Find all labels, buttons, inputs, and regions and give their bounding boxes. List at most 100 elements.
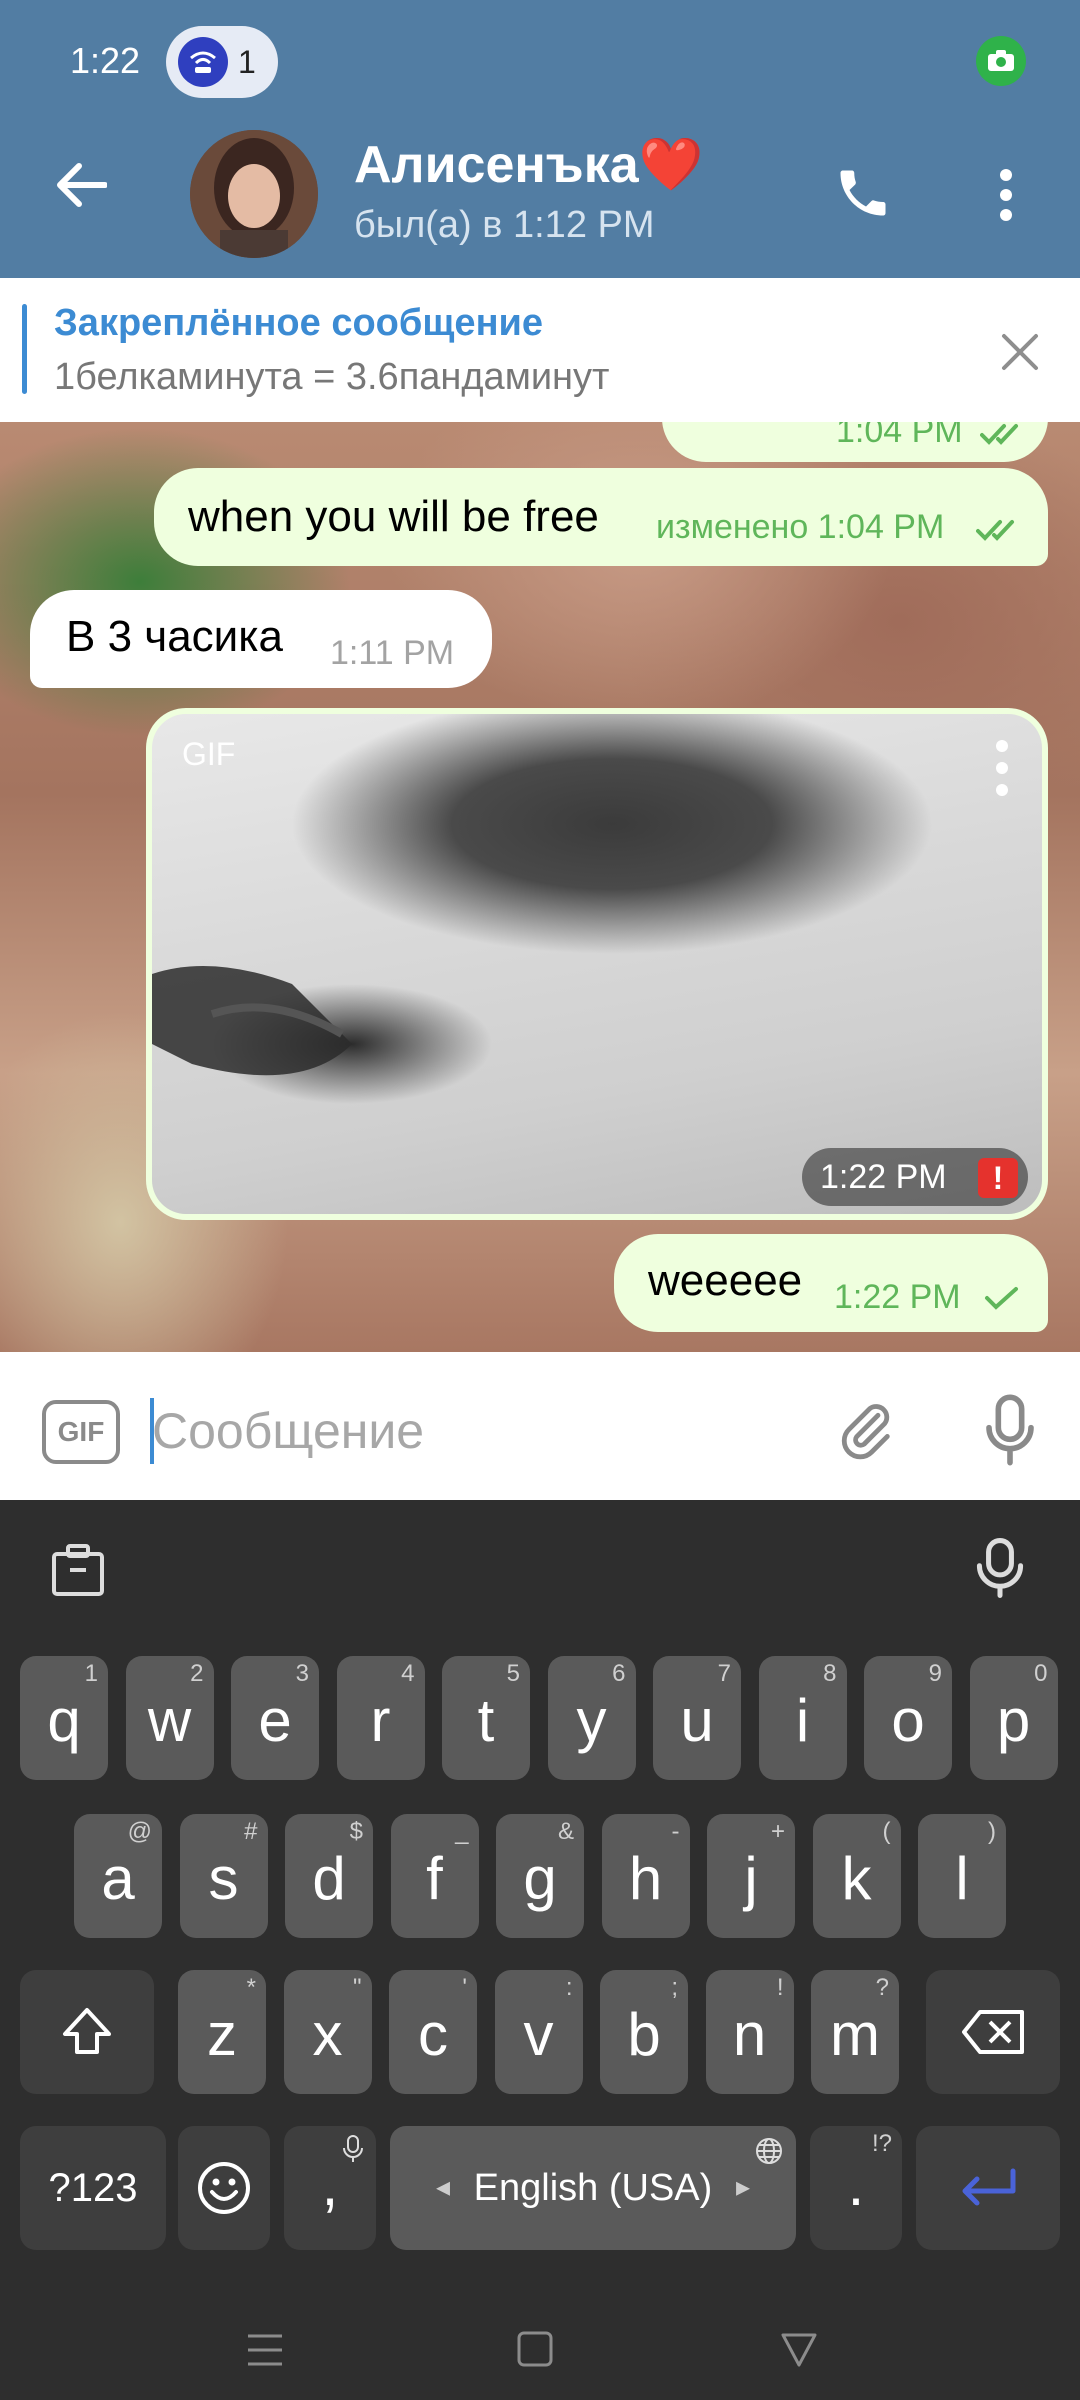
key-char: v xyxy=(523,2001,554,2068)
chat-area[interactable]: belka 1:04 PM when you will be free изме… xyxy=(0,422,1080,1352)
key-alt-char: " xyxy=(352,1974,362,2001)
key-g[interactable]: & g xyxy=(496,1814,584,1938)
key-z[interactable]: * z xyxy=(178,1970,266,2094)
status-time: 1:22 xyxy=(70,40,141,81)
message-time: 1:04 PM xyxy=(836,422,963,450)
back-icon[interactable] xyxy=(780,2330,818,2368)
key-e[interactable]: 3e xyxy=(231,1656,319,1780)
key-s[interactable]: # s xyxy=(179,1814,268,1938)
key-l[interactable]: ) l xyxy=(918,1814,1006,1938)
key-n[interactable]: ! n xyxy=(705,1970,794,2094)
message-text: В 3 часика xyxy=(66,612,283,661)
comma-key[interactable]: , xyxy=(284,2126,376,2250)
wifi-hotspot-icon xyxy=(178,37,228,87)
paperclip-icon[interactable] xyxy=(826,1390,906,1470)
message-bubble-out[interactable]: when you will be free изменено 1:04 PM xyxy=(154,468,1048,566)
key-alt-char: * xyxy=(246,1974,256,2001)
send-error-icon[interactable]: ! xyxy=(978,1158,1018,1198)
key-f[interactable]: _ f xyxy=(390,1814,479,1938)
key-char: t xyxy=(477,1687,495,1754)
more-options-icon[interactable] xyxy=(986,160,1026,230)
message-time: 1:11 PM xyxy=(330,634,455,672)
microphone-icon xyxy=(343,2135,363,2162)
key-q[interactable]: 1q xyxy=(20,1656,108,1780)
key-alt-char: ' xyxy=(462,1974,467,2001)
backspace-key[interactable] xyxy=(926,1970,1060,2094)
symbols-key[interactable]: ?123 xyxy=(20,2126,166,2250)
message-time: изменено 1:04 PM xyxy=(656,508,945,546)
message-bubble-out[interactable]: weeeee 1:22 PM xyxy=(614,1234,1048,1332)
gif-button[interactable]: GIF xyxy=(42,1400,120,1464)
key-w[interactable]: 2w xyxy=(125,1656,214,1780)
gif-message[interactable]: GIF 1:22 PM ! xyxy=(146,708,1048,1220)
pinned-message[interactable]: Закреплённое сообщение 1белкаминута = 3.… xyxy=(0,278,1080,422)
gif-preview[interactable]: GIF 1:22 PM ! xyxy=(152,714,1042,1214)
phone-icon[interactable] xyxy=(828,158,898,228)
key-alt-char: + xyxy=(770,1818,785,1845)
back-arrow-icon[interactable] xyxy=(46,150,116,220)
key-char: j xyxy=(744,1845,758,1912)
key-p[interactable]: 0p xyxy=(969,1656,1058,1780)
key-b[interactable]: ; b xyxy=(600,1970,688,2094)
key-c[interactable]: ' c xyxy=(389,1970,477,2094)
key-v[interactable]: :v xyxy=(494,1970,583,2094)
clipboard-icon[interactable] xyxy=(48,1540,108,1600)
enter-key[interactable] xyxy=(916,2126,1060,2250)
key-o[interactable]: 9o xyxy=(864,1656,952,1780)
key-r[interactable]: 4r xyxy=(336,1656,425,1780)
key-k[interactable]: (k xyxy=(812,1814,901,1938)
key-i[interactable]: 8i xyxy=(758,1656,847,1780)
space-label: English (USA) xyxy=(473,2166,713,2209)
key-alt-char: 5 xyxy=(506,1660,520,1687)
message-text: weeeee xyxy=(648,1256,803,1305)
shift-key[interactable] xyxy=(20,1970,154,2094)
key-char: y xyxy=(576,1687,607,1754)
key-x[interactable]: " x xyxy=(283,1970,372,2094)
key-alt-char: # xyxy=(244,1818,258,1845)
message-input[interactable] xyxy=(152,1396,792,1466)
key-u[interactable]: 7u xyxy=(653,1656,741,1780)
key-j[interactable]: + j xyxy=(707,1814,795,1938)
key-char: n xyxy=(732,2001,767,2068)
key-h[interactable]: -h xyxy=(601,1814,690,1938)
emoji-key[interactable] xyxy=(178,2126,270,2250)
key-char: l xyxy=(955,1845,969,1912)
message-bubble-in[interactable]: В 3 часика 1:11 PM xyxy=(30,590,492,688)
key-alt-char: @ xyxy=(127,1818,152,1845)
key-char: a xyxy=(101,1845,135,1912)
key-char: m xyxy=(830,2001,880,2068)
microphone-icon[interactable] xyxy=(970,1388,1050,1472)
chat-name[interactable]: Алисенъка❤️ xyxy=(354,134,703,195)
key-y[interactable]: 6y xyxy=(547,1656,636,1780)
key-d[interactable]: $ d xyxy=(285,1814,373,1938)
space-key[interactable]: ◂ English (USA) ▸ xyxy=(390,2126,796,2250)
key-alt-char: ? xyxy=(875,1974,889,2001)
close-icon[interactable] xyxy=(992,324,1048,380)
pinned-title: Закреплённое сообщение xyxy=(54,302,544,344)
message-text: belka xyxy=(696,422,801,426)
key-char: i xyxy=(795,1687,810,1754)
chevron-right-icon: ▸ xyxy=(735,2171,750,2202)
key-char: p xyxy=(996,1687,1031,1754)
key-alt-char: - xyxy=(671,1818,680,1845)
more-options-icon[interactable] xyxy=(990,738,1014,798)
key-m[interactable]: ? m xyxy=(811,1970,899,2094)
key-a[interactable]: @ a xyxy=(74,1814,162,1938)
microphone-icon[interactable] xyxy=(970,1536,1030,1600)
message-time: 1:22 PM xyxy=(834,1278,961,1316)
key-alt-char: 1 xyxy=(84,1660,98,1687)
avatar[interactable] xyxy=(190,130,318,258)
recent-apps-icon[interactable] xyxy=(246,2332,284,2368)
hotspot-indicator[interactable]: 1 xyxy=(166,26,278,98)
period-key[interactable]: . !? xyxy=(810,2126,902,2250)
key-alt-char: 6 xyxy=(612,1660,626,1687)
key-t[interactable]: 5t xyxy=(442,1656,530,1780)
home-icon[interactable] xyxy=(516,2330,554,2368)
key-char: o xyxy=(891,1687,925,1754)
message-bubble-out[interactable]: belka 1:04 PM xyxy=(662,422,1048,462)
key-char: s xyxy=(208,1845,239,1912)
key-alt-char: 2 xyxy=(190,1660,204,1687)
keyboard: 1q2w3e4r5t6y7u8i9o0p @ a # s $ d _ f & g - h + j(k) l … xyxy=(0,1500,1080,2400)
key-alt-char: 9 xyxy=(928,1660,942,1687)
key-char: g xyxy=(523,1845,557,1912)
